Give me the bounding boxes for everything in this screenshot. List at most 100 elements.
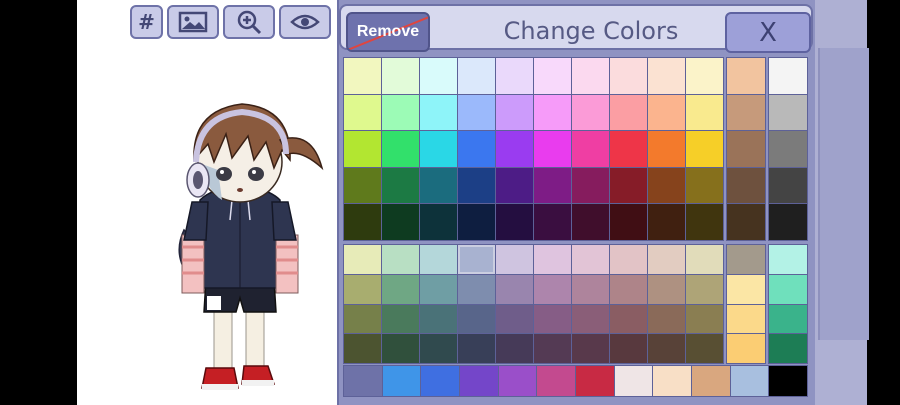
color-swatch[interactable] <box>420 131 457 167</box>
color-swatch[interactable] <box>382 204 419 240</box>
color-swatch[interactable] <box>686 131 723 167</box>
color-swatch[interactable] <box>610 304 647 334</box>
color-swatch[interactable] <box>496 245 533 274</box>
color-swatch[interactable] <box>727 334 765 363</box>
color-swatch[interactable] <box>344 167 381 204</box>
color-swatch[interactable] <box>534 94 571 131</box>
color-swatch[interactable] <box>496 274 533 304</box>
color-swatch[interactable] <box>458 204 495 240</box>
color-swatch[interactable] <box>382 131 419 167</box>
color-swatch[interactable] <box>727 274 765 304</box>
color-swatch[interactable] <box>458 167 495 204</box>
color-swatch[interactable] <box>769 131 807 167</box>
color-swatch[interactable] <box>534 167 571 204</box>
color-swatch[interactable] <box>648 334 685 363</box>
background-button[interactable] <box>167 5 219 39</box>
color-swatch[interactable] <box>572 304 609 334</box>
color-swatch[interactable] <box>496 94 533 131</box>
color-swatch[interactable] <box>496 204 533 240</box>
color-swatch[interactable] <box>648 274 685 304</box>
color-swatch[interactable] <box>653 366 691 396</box>
color-swatch[interactable] <box>458 274 495 304</box>
color-swatch[interactable] <box>686 334 723 363</box>
color-swatch[interactable] <box>576 366 614 396</box>
color-swatch[interactable] <box>382 366 421 396</box>
color-swatch[interactable] <box>727 131 765 167</box>
color-swatch[interactable] <box>420 204 457 240</box>
color-swatch[interactable] <box>382 94 419 131</box>
color-swatch[interactable] <box>421 366 459 396</box>
color-swatch[interactable] <box>610 245 647 274</box>
color-swatch[interactable] <box>727 94 765 131</box>
color-swatch[interactable] <box>534 334 571 363</box>
color-swatch[interactable] <box>769 366 807 396</box>
color-swatch[interactable] <box>648 304 685 334</box>
color-swatch[interactable] <box>537 366 575 396</box>
color-swatch[interactable] <box>692 366 730 396</box>
color-swatch[interactable] <box>769 304 807 334</box>
color-swatch[interactable] <box>534 245 571 274</box>
color-swatch[interactable] <box>420 245 457 274</box>
color-code-button[interactable]: # <box>130 5 163 39</box>
color-swatch[interactable] <box>769 94 807 131</box>
color-swatch[interactable] <box>648 131 685 167</box>
color-swatch[interactable] <box>648 94 685 131</box>
color-swatch[interactable] <box>496 131 533 167</box>
color-swatch[interactable] <box>610 94 647 131</box>
color-swatch[interactable] <box>458 58 495 94</box>
color-swatch[interactable] <box>572 274 609 304</box>
color-swatch[interactable] <box>498 366 537 396</box>
zoom-button[interactable] <box>223 5 275 39</box>
color-swatch[interactable] <box>727 58 765 94</box>
color-swatch[interactable] <box>727 167 765 204</box>
color-swatch[interactable] <box>648 167 685 204</box>
color-swatch[interactable] <box>420 334 457 363</box>
color-swatch[interactable] <box>686 245 723 274</box>
color-swatch[interactable] <box>344 245 381 274</box>
color-swatch[interactable] <box>534 274 571 304</box>
color-swatch[interactable] <box>648 204 685 240</box>
color-swatch[interactable] <box>572 204 609 240</box>
color-swatch[interactable] <box>610 204 647 240</box>
color-swatch[interactable] <box>382 274 419 304</box>
visibility-button[interactable] <box>279 5 331 39</box>
color-swatch[interactable] <box>420 167 457 204</box>
color-swatch[interactable] <box>534 204 571 240</box>
color-swatch[interactable] <box>382 167 419 204</box>
color-swatch[interactable] <box>686 94 723 131</box>
color-swatch[interactable] <box>769 245 807 274</box>
color-swatch[interactable] <box>460 366 498 396</box>
color-swatch[interactable] <box>344 58 381 94</box>
color-swatch[interactable] <box>610 167 647 204</box>
color-swatch[interactable] <box>344 304 381 334</box>
color-swatch[interactable] <box>610 274 647 304</box>
color-swatch[interactable] <box>344 274 381 304</box>
color-swatch[interactable] <box>686 204 723 240</box>
color-swatch[interactable] <box>344 131 381 167</box>
color-swatch[interactable] <box>648 245 685 274</box>
color-swatch[interactable] <box>610 131 647 167</box>
color-swatch[interactable] <box>420 304 457 334</box>
color-swatch[interactable] <box>496 304 533 334</box>
color-swatch[interactable] <box>534 304 571 334</box>
color-swatch[interactable] <box>572 131 609 167</box>
color-swatch[interactable] <box>344 204 381 240</box>
color-swatch[interactable] <box>686 274 723 304</box>
close-button[interactable]: X <box>725 12 811 53</box>
color-swatch[interactable] <box>382 245 419 274</box>
color-swatch[interactable] <box>458 245 495 274</box>
color-swatch[interactable] <box>458 304 495 334</box>
color-swatch[interactable] <box>534 131 571 167</box>
color-swatch[interactable] <box>686 58 723 94</box>
color-swatch[interactable] <box>727 245 765 274</box>
color-swatch[interactable] <box>458 94 495 131</box>
color-swatch[interactable] <box>572 94 609 131</box>
color-swatch[interactable] <box>344 94 381 131</box>
color-swatch[interactable] <box>420 58 457 94</box>
color-swatch[interactable] <box>496 58 533 94</box>
color-swatch[interactable] <box>727 204 765 240</box>
color-swatch[interactable] <box>572 167 609 204</box>
color-swatch[interactable] <box>769 334 807 363</box>
color-swatch[interactable] <box>458 334 495 363</box>
remove-button[interactable]: Remove <box>346 12 430 52</box>
